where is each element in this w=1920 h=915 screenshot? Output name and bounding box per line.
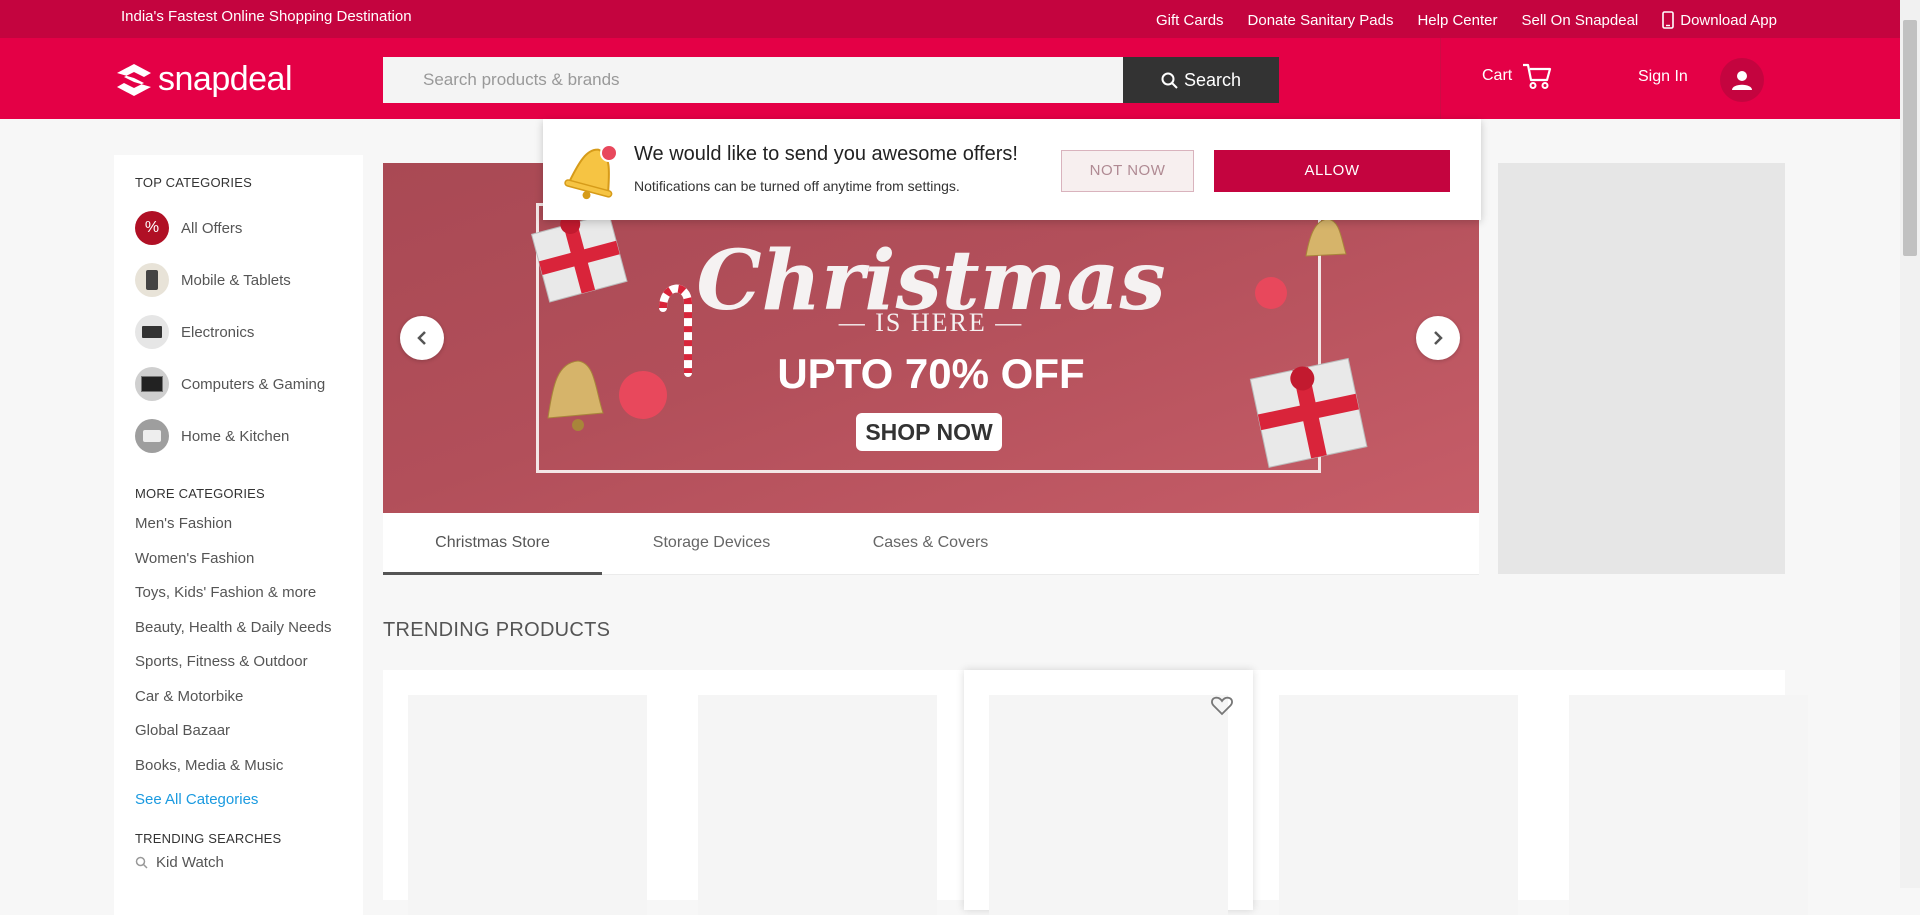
shop-now-button[interactable]: SHOP NOW [856,413,1002,451]
user-icon [1732,71,1752,90]
product-card-placeholder[interactable] [1569,695,1808,915]
snapdeal-logo-icon [117,63,151,96]
category-label: Computers & Gaming [181,375,326,393]
cart-icon [1523,63,1552,89]
chevron-right-icon [1434,331,1443,345]
tab-cases-covers[interactable]: Cases & Covers [821,513,1040,574]
category-all-offers[interactable]: % All Offers [135,202,363,254]
help-center-link[interactable]: Help Center [1417,12,1497,29]
search-button[interactable]: Search [1123,57,1279,103]
user-avatar[interactable] [1720,58,1764,102]
allow-button[interactable]: ALLOW [1214,150,1450,192]
notification-title: We would like to send you awesome offers… [634,143,1018,165]
header: snapdeal Search Cart Sign In [0,38,1900,119]
not-now-button[interactable]: NOT NOW [1061,150,1194,192]
see-all-categories-link[interactable]: See All Categories [135,783,363,817]
category-mens-fashion[interactable]: Men's Fashion [135,507,363,542]
banner-offer: UPTO 70% OFF [777,350,1085,397]
scrollbar-thumb[interactable] [1903,20,1917,256]
search-button-label: Search [1183,69,1242,90]
electronics-icon [135,315,169,349]
trending-search-label: Kid Watch [156,854,224,871]
top-bar: India's Fastest Online Shopping Destinat… [0,0,1900,38]
trending-search-item[interactable]: Kid Watch [135,854,363,871]
banner-next-arrow[interactable] [1416,316,1460,360]
category-home-kitchen[interactable]: Home & Kitchen [135,410,363,462]
notification-text: Notifications can be turned off anytime … [634,178,960,194]
mobile-icon [135,263,169,297]
category-sports-fitness[interactable]: Sports, Fitness & Outdoor [135,645,363,680]
product-card-highlighted[interactable] [964,670,1253,915]
category-mobile-tablets[interactable]: Mobile & Tablets [135,254,363,306]
donate-sanitary-pads-link[interactable]: Donate Sanitary Pads [1248,12,1394,29]
computer-icon [135,367,169,401]
trending-searches-title: TRENDING SEARCHES [135,831,282,846]
search-input[interactable] [383,57,1123,103]
side-banner-placeholder [1498,163,1785,574]
category-car-motorbike[interactable]: Car & Motorbike [135,680,363,715]
category-label: Electronics [181,323,255,341]
category-label: Mobile & Tablets [181,271,291,289]
cart-label: Cart [1482,67,1513,84]
tab-christmas-store[interactable]: Christmas Store [383,513,602,575]
category-books-media[interactable]: Books, Media & Music [135,749,363,784]
search-bar: Search [383,57,1279,103]
tagline: India's Fastest Online Shopping Destinat… [121,8,412,25]
product-card-placeholder[interactable] [1279,695,1518,915]
heart-icon[interactable] [1211,696,1233,716]
tab-storage-devices[interactable]: Storage Devices [602,513,821,574]
phone-icon [1662,11,1675,29]
home-kitchen-icon [135,419,169,453]
category-womens-fashion[interactable]: Women's Fashion [135,542,363,577]
logo-text: snapdeal [158,60,293,98]
snapdeal-logo[interactable]: snapdeal [114,60,293,99]
more-categories-title: MORE CATEGORIES [135,486,265,501]
category-toys-kids[interactable]: Toys, Kids' Fashion & more [135,576,363,611]
sell-on-snapdeal-link[interactable]: Sell On Snapdeal [1522,12,1639,29]
chevron-left-icon [417,331,426,345]
offers-icon: % [135,211,169,245]
product-card-placeholder[interactable] [408,695,647,915]
category-computers-gaming[interactable]: Computers & Gaming [135,358,363,410]
banner-subtitle: — IS HERE — [838,308,1024,337]
search-icon [135,856,148,869]
category-label: All Offers [181,219,243,237]
trending-products-carousel [383,670,1808,915]
gift-cards-link[interactable]: Gift Cards [1156,12,1224,29]
search-icon [1161,72,1178,89]
download-app-link[interactable]: Download App [1662,11,1777,29]
banner-prev-arrow[interactable] [400,316,444,360]
download-app-label: Download App [1680,11,1777,29]
bell-icon [564,144,618,200]
category-electronics[interactable]: Electronics [135,306,363,358]
cart-button[interactable]: Cart [1482,62,1552,90]
top-categories-title: TOP CATEGORIES [135,175,252,190]
product-card-placeholder[interactable] [698,695,937,915]
sign-in-link[interactable]: Sign In [1638,68,1688,86]
top-links: Gift Cards Donate Sanitary Pads Help Cen… [1156,11,1777,29]
category-sidebar: TOP CATEGORIES % All Offers Mobile & Tab… [114,155,363,915]
product-image-placeholder [989,695,1228,915]
notification-permission-popup: We would like to send you awesome offers… [543,119,1481,220]
category-global-bazaar[interactable]: Global Bazaar [135,714,363,749]
trending-products-title: TRENDING PRODUCTS [383,619,611,641]
category-beauty-health[interactable]: Beauty, Health & Daily Needs [135,611,363,646]
banner-tabs: Christmas Store Storage Devices Cases & … [383,513,1479,575]
category-label: Home & Kitchen [181,427,290,445]
page-scrollbar[interactable] [1900,0,1920,888]
header-divider [1440,38,1441,119]
